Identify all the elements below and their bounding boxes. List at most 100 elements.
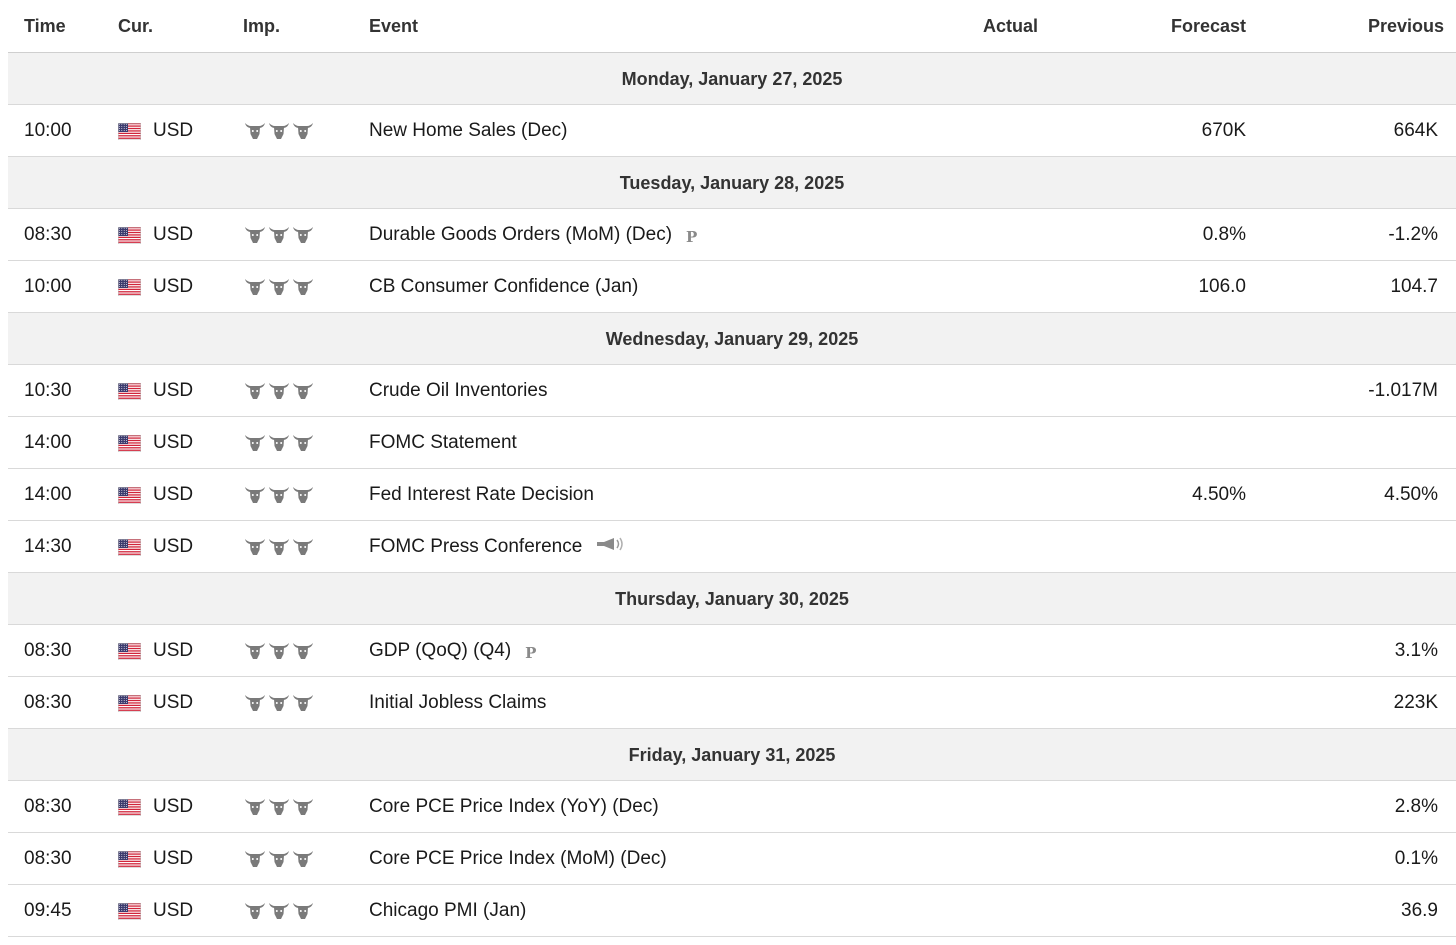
- bull-head-icon: [245, 383, 265, 399]
- currency-code: USD: [153, 796, 194, 817]
- date-row: Wednesday, January 29, 2025: [8, 313, 1456, 365]
- importance-rating: [244, 277, 314, 297]
- event-previous: 4.50%: [1384, 484, 1438, 505]
- event-row[interactable]: 10:00 USD CB Consumer Confidence (Jan) 106.…: [8, 261, 1456, 313]
- currency-code: USD: [153, 276, 194, 297]
- bull-head-icon: [245, 851, 265, 867]
- bull-head-icon: [269, 383, 289, 399]
- event-name-link[interactable]: CB Consumer Confidence (Jan): [369, 276, 638, 297]
- bull-head-icon: [293, 279, 313, 295]
- bull-head-icon: [245, 487, 265, 503]
- event-name-cell: Chicago PMI (Jan): [369, 900, 526, 922]
- bull-head-icon: [245, 227, 265, 243]
- event-time: 08:30: [24, 848, 72, 869]
- date-label: Monday, January 27, 2025: [621, 69, 843, 89]
- bull-head-icon: [269, 851, 289, 867]
- event-name-link[interactable]: Durable Goods Orders (MoM) (Dec): [369, 224, 672, 245]
- bull-head-icon: [269, 279, 289, 295]
- event-name-link[interactable]: Initial Jobless Claims: [369, 692, 546, 713]
- bull-head-icon: [269, 435, 289, 451]
- event-name-link[interactable]: FOMC Statement: [369, 432, 517, 453]
- event-name-link[interactable]: New Home Sales (Dec): [369, 120, 568, 141]
- bull-head-icon: [245, 643, 265, 659]
- event-previous: -1.2%: [1388, 224, 1438, 245]
- column-header-previous[interactable]: Previous: [1368, 15, 1444, 37]
- event-name-link[interactable]: FOMC Press Conference: [369, 536, 582, 557]
- event-time: 10:00: [24, 276, 72, 297]
- importance-rating: [244, 849, 314, 869]
- event-previous: 664K: [1393, 120, 1438, 141]
- event-name-link[interactable]: Core PCE Price Index (MoM) (Dec): [369, 848, 667, 869]
- bull-head-icon: [245, 279, 265, 295]
- importance-rating: [244, 693, 314, 713]
- event-row[interactable]: 08:30 USD Durable Goods Orders (MoM) (Dec)…: [8, 209, 1456, 261]
- preliminary-icon[interactable]: P: [686, 226, 697, 248]
- event-row[interactable]: 14:30 USD FOMC Press Conference: [8, 521, 1456, 573]
- event-row[interactable]: 08:30 USD Core PCE Price Index (MoM) (Dec)…: [8, 833, 1456, 885]
- bull-head-icon: [293, 799, 313, 815]
- currency-cell: USD: [118, 380, 193, 402]
- event-row[interactable]: 08:30 USD Core PCE Price Index (YoY) (Dec)…: [8, 781, 1456, 833]
- event-name-link[interactable]: Fed Interest Rate Decision: [369, 484, 594, 505]
- bull-head-icon: [269, 799, 289, 815]
- bull-head-icon: [269, 487, 289, 503]
- event-row[interactable]: 10:00 USD New Home Sales (Dec) 670K 664K: [8, 105, 1456, 157]
- economic-calendar-table: Time Cur. Imp. Event Actual Forecast Pre…: [8, 0, 1456, 937]
- importance-rating: [244, 121, 314, 141]
- date-label: Wednesday, January 29, 2025: [605, 329, 859, 349]
- currency-code: USD: [153, 900, 194, 921]
- column-header-importance[interactable]: Imp.: [243, 15, 280, 37]
- us-flag-icon: [118, 122, 141, 140]
- preliminary-icon[interactable]: P: [525, 642, 536, 664]
- event-name-link[interactable]: GDP (QoQ) (Q4): [369, 640, 511, 661]
- date-label: Friday, January 31, 2025: [628, 745, 836, 765]
- currency-code: USD: [153, 484, 194, 505]
- bull-head-icon: [245, 695, 265, 711]
- event-name-cell: Initial Jobless Claims: [369, 692, 546, 714]
- speech-megaphone-icon[interactable]: [596, 536, 624, 552]
- column-header-actual[interactable]: Actual: [983, 15, 1038, 37]
- event-row[interactable]: 08:30 USD Initial Jobless Claims 223K: [8, 677, 1456, 729]
- column-header-time[interactable]: Time: [24, 15, 66, 37]
- bull-head-icon: [269, 903, 289, 919]
- event-name-link[interactable]: Core PCE Price Index (YoY) (Dec): [369, 796, 659, 817]
- importance-rating: [244, 641, 314, 661]
- bull-head-icon: [293, 487, 313, 503]
- us-flag-icon: [118, 538, 141, 556]
- event-row[interactable]: 14:00 USD FOMC Statement: [8, 417, 1456, 469]
- event-row[interactable]: 09:45 USD Chicago PMI (Jan) 36.9: [8, 885, 1456, 937]
- table-header: Time Cur. Imp. Event Actual Forecast Pre…: [8, 0, 1456, 53]
- event-name-cell: Crude Oil Inventories: [369, 380, 547, 402]
- bull-head-icon: [269, 695, 289, 711]
- currency-code: USD: [153, 380, 194, 401]
- speech-badge: [596, 536, 624, 558]
- event-previous: -1.017M: [1368, 380, 1438, 401]
- bull-head-icon: [269, 539, 289, 555]
- column-header-event[interactable]: Event: [369, 15, 418, 37]
- event-name-cell: New Home Sales (Dec): [369, 120, 568, 142]
- event-name-cell: FOMC Press Conference: [369, 536, 624, 558]
- bull-head-icon: [245, 123, 265, 139]
- bull-head-icon: [293, 851, 313, 867]
- event-row[interactable]: 14:00 USD Fed Interest Rate Decision 4.50% 4…: [8, 469, 1456, 521]
- bull-head-icon: [245, 903, 265, 919]
- us-flag-icon: [118, 798, 141, 816]
- event-previous: 223K: [1393, 692, 1438, 713]
- date-row: Friday, January 31, 2025: [8, 729, 1456, 781]
- column-header-forecast[interactable]: Forecast: [1171, 15, 1246, 37]
- currency-cell: USD: [118, 692, 193, 714]
- event-time: 08:30: [24, 692, 72, 713]
- currency-cell: USD: [118, 484, 193, 506]
- importance-rating: [244, 537, 314, 557]
- event-time: 09:45: [24, 900, 72, 921]
- event-row[interactable]: 10:30 USD Crude Oil Inventories -1.017M: [8, 365, 1456, 417]
- event-name-link[interactable]: Chicago PMI (Jan): [369, 900, 526, 921]
- date-label: Thursday, January 30, 2025: [615, 589, 849, 609]
- currency-code: USD: [153, 224, 194, 245]
- event-row[interactable]: 08:30 USD GDP (QoQ) (Q4) P 3.1%: [8, 625, 1456, 677]
- event-name-link[interactable]: Crude Oil Inventories: [369, 380, 547, 401]
- column-header-currency[interactable]: Cur.: [118, 15, 153, 37]
- event-time: 14:30: [24, 536, 72, 557]
- bull-head-icon: [293, 435, 313, 451]
- currency-cell: USD: [118, 900, 193, 922]
